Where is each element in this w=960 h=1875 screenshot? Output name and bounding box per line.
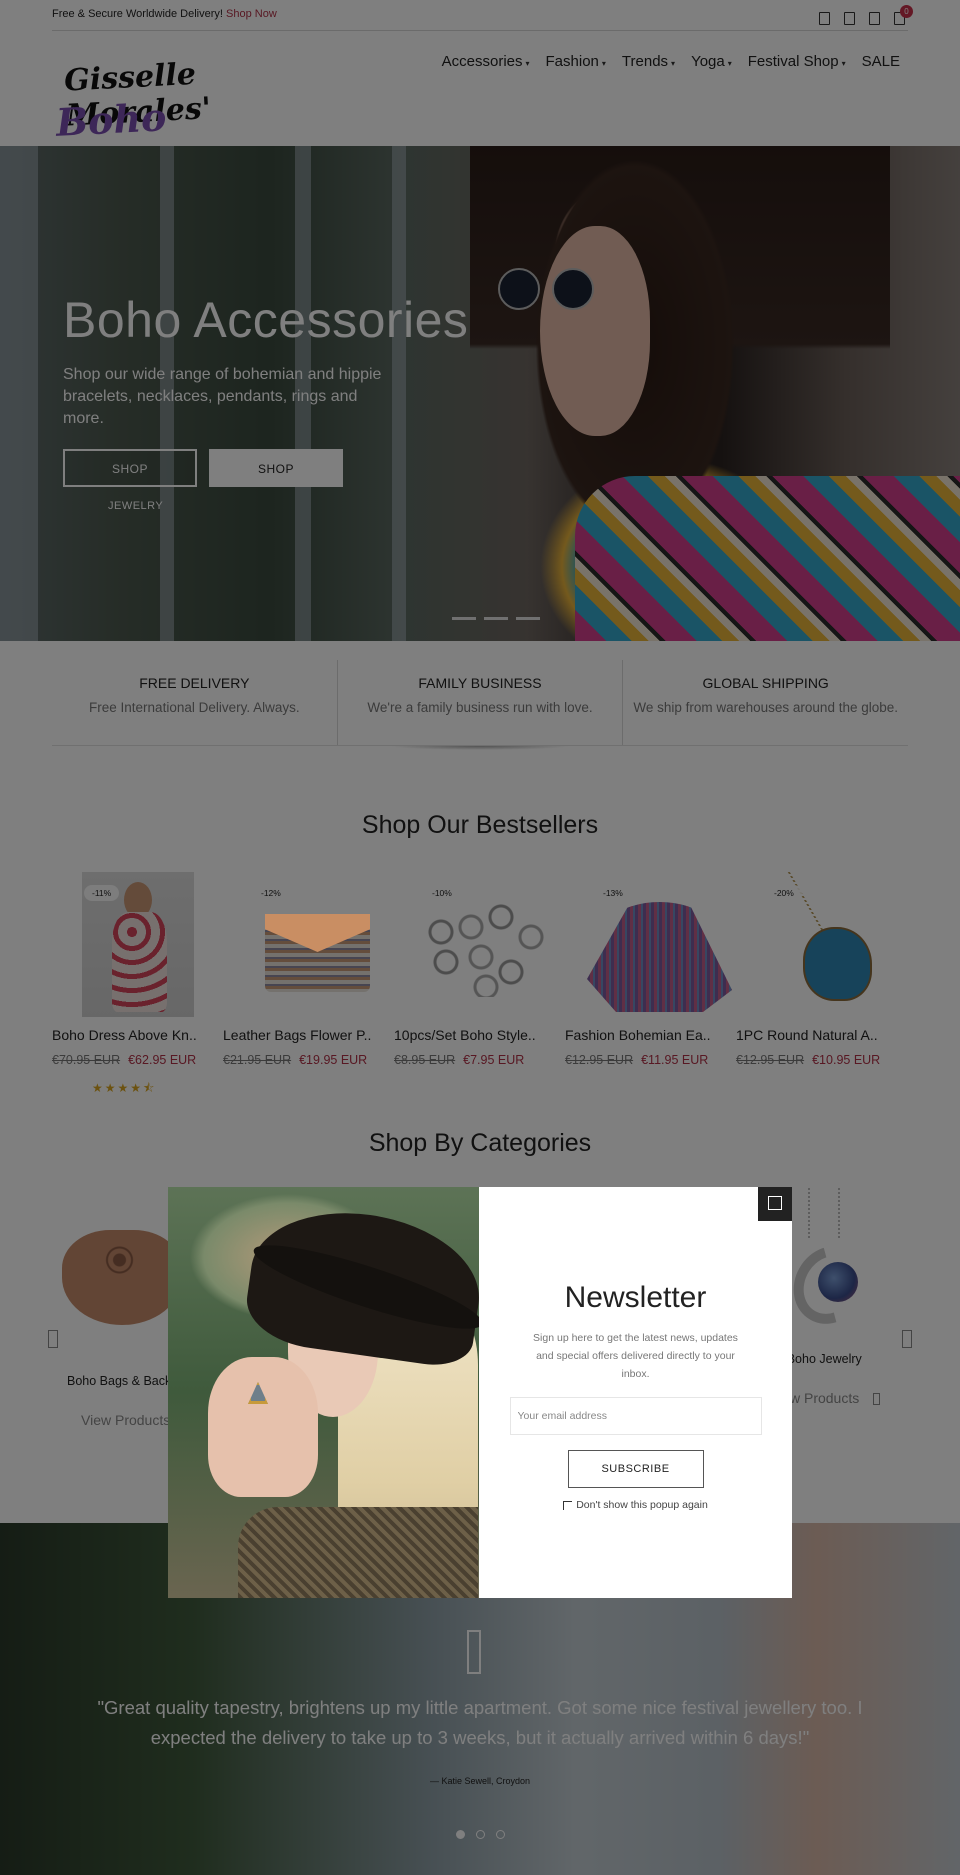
close-icon — [768, 1196, 782, 1210]
newsletter-modal: Newsletter Sign up here to get the lates… — [168, 1187, 792, 1598]
close-button[interactable] — [758, 1187, 792, 1221]
dont-show-again[interactable]: Don't show this popup again — [479, 1499, 792, 1511]
model-hands — [208, 1357, 318, 1497]
dont-show-label[interactable]: Don't show this popup again — [576, 1499, 708, 1511]
newsletter-description: Sign up here to get the latest news, upd… — [533, 1332, 738, 1380]
dont-show-checkbox[interactable] — [563, 1500, 573, 1510]
newsletter-title: Newsletter — [564, 1281, 707, 1314]
email-input[interactable] — [509, 1397, 762, 1435]
model-sweater — [238, 1507, 478, 1598]
newsletter-image — [168, 1187, 479, 1598]
subscribe-button[interactable]: SUBSCRIBE — [567, 1450, 704, 1488]
newsletter-content: Newsletter Sign up here to get the lates… — [479, 1187, 792, 1598]
